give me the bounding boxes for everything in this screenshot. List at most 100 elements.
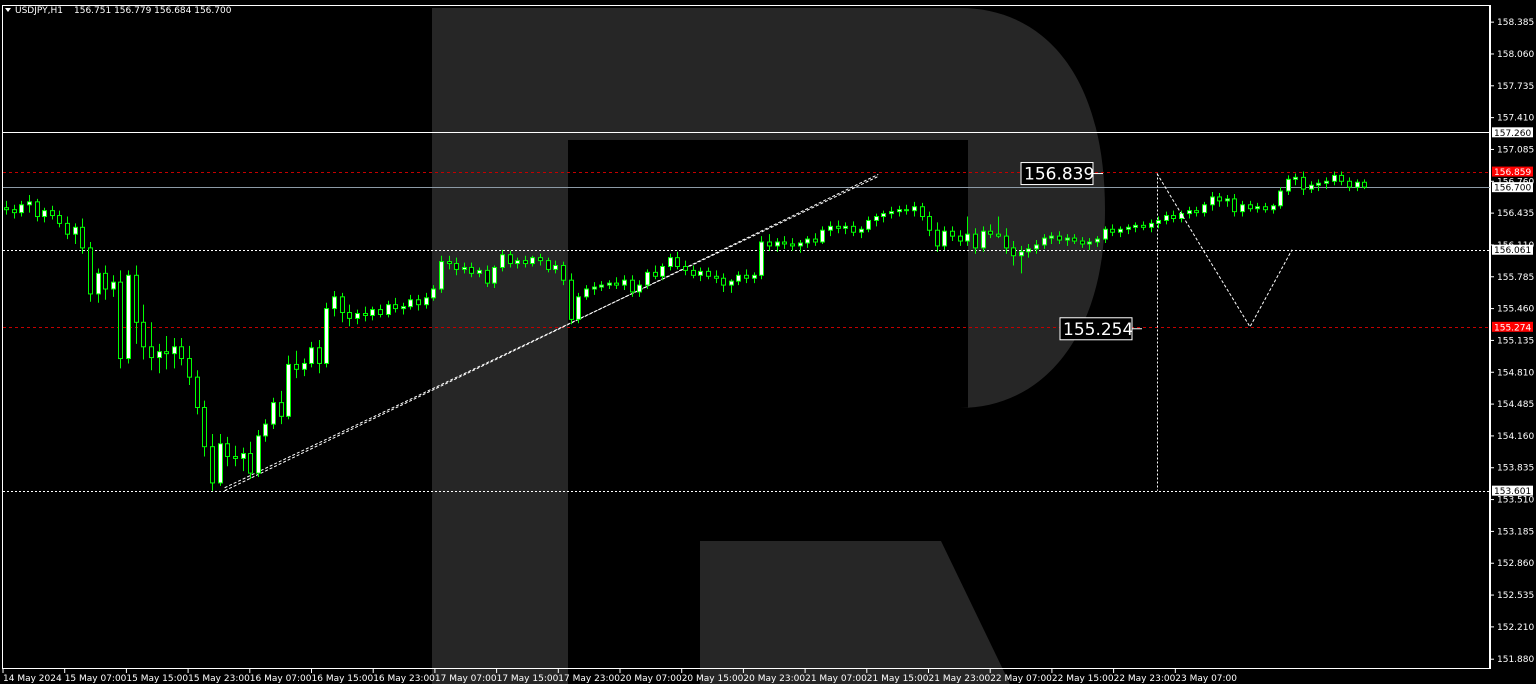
candle-body xyxy=(73,226,78,235)
candle-body xyxy=(767,241,772,247)
candle-body xyxy=(1316,182,1321,186)
candle-body xyxy=(1271,205,1276,211)
candle-body xyxy=(80,226,85,249)
watermark-logo xyxy=(432,8,1105,684)
chart-header: USDJPY,H1 156.751 156.779 156.684 156.70… xyxy=(5,6,232,16)
candle-body xyxy=(828,225,833,231)
candle-body xyxy=(1110,228,1115,233)
price-label-text: 156.859 xyxy=(1494,168,1531,178)
candle-body xyxy=(782,241,787,245)
candle-body xyxy=(1042,237,1047,246)
candle-body xyxy=(958,235,963,242)
y-tick-label: 152.535 xyxy=(1497,591,1534,601)
candle-body xyxy=(500,254,505,268)
candle-body xyxy=(1034,244,1039,250)
candle-body xyxy=(294,363,299,370)
candle-body xyxy=(340,296,345,314)
price-label-text: 156.700 xyxy=(1494,184,1531,194)
candle-body xyxy=(324,308,329,364)
candle-body xyxy=(447,261,452,265)
candle-body xyxy=(1301,176,1306,190)
candle-body xyxy=(622,279,627,286)
candle-body xyxy=(691,269,696,276)
candle-body xyxy=(149,346,154,359)
candle-body xyxy=(653,271,658,277)
candle-body xyxy=(508,254,513,265)
candle-body xyxy=(111,281,116,290)
y-tick-label: 158.385 xyxy=(1497,18,1534,28)
candle-body xyxy=(874,216,879,221)
candle-body xyxy=(1080,240,1085,245)
candle-body xyxy=(859,228,864,233)
candle-body xyxy=(1293,176,1298,180)
candle-body xyxy=(836,225,841,229)
callout-value: 155.254 xyxy=(1063,320,1133,340)
candle-body xyxy=(286,363,291,417)
candle-body xyxy=(317,347,322,364)
candle-body xyxy=(714,275,719,279)
candle-body xyxy=(866,219,871,230)
y-tick-label: 153.835 xyxy=(1497,464,1534,474)
candle-body xyxy=(134,274,139,323)
candle-body xyxy=(248,453,253,474)
candle-body xyxy=(912,206,917,212)
candle-body xyxy=(851,225,856,233)
candle-body xyxy=(981,230,986,249)
x-tick-label: 17 May 15:00 xyxy=(497,674,559,684)
price-levels xyxy=(3,132,1490,492)
candle-body xyxy=(630,279,635,293)
candle-body xyxy=(57,215,62,224)
candle-body xyxy=(523,260,528,265)
candle-body xyxy=(569,279,574,320)
candle-body xyxy=(370,309,375,316)
candle-body xyxy=(752,274,757,279)
candle-body xyxy=(50,210,55,217)
price-chart[interactable]: 158.385 158.060 157.735 157.410 157.085 156.7… xyxy=(0,0,1536,684)
y-tick-label: 157.410 xyxy=(1497,114,1534,124)
candle-body xyxy=(164,351,169,355)
candle-body xyxy=(546,260,551,270)
symbol-label: USDJPY,H1 xyxy=(15,6,63,16)
candle-body xyxy=(675,257,680,267)
candle-body xyxy=(141,321,146,348)
candle-body xyxy=(477,269,482,274)
candle-body xyxy=(35,201,40,218)
price-axis: 158.385 158.060 157.735 157.410 157.085 156.7… xyxy=(1490,18,1534,665)
dropdown-triangle-icon[interactable] xyxy=(5,8,11,12)
candle-body xyxy=(584,288,589,298)
y-tick-label: 152.210 xyxy=(1497,623,1534,633)
candle-body xyxy=(347,312,352,319)
x-tick-label: 22 May 15:00 xyxy=(1052,674,1114,684)
candle-body xyxy=(920,206,925,218)
candle-body xyxy=(279,402,284,417)
candle-body xyxy=(332,296,337,310)
candle-body xyxy=(202,407,207,448)
candle-body xyxy=(1347,180,1352,188)
candle-body xyxy=(530,257,535,265)
y-tick-label: 156.435 xyxy=(1497,209,1534,219)
candle-body xyxy=(1248,204,1253,210)
candle-body xyxy=(126,274,131,360)
x-tick-label: 22 May 07:00 xyxy=(990,674,1052,684)
candle-body xyxy=(935,229,940,247)
candle-body xyxy=(721,277,726,286)
callout-value: 156.839 xyxy=(1024,165,1094,185)
x-tick-label: 23 May 07:00 xyxy=(1175,674,1237,684)
x-tick-label: 16 May 23:00 xyxy=(373,674,435,684)
candle-body xyxy=(179,346,184,360)
candle-body xyxy=(576,296,581,320)
candle-body xyxy=(462,266,467,270)
candle-body xyxy=(1072,237,1077,242)
time-axis: 14 May 2024 15 May 07:00 15 May 15:00 15 Ma… xyxy=(2,669,1237,684)
candle-body xyxy=(1004,235,1009,249)
candle-body xyxy=(454,263,459,270)
y-tick-label: 155.785 xyxy=(1497,273,1534,283)
x-tick-label: 20 May 15:00 xyxy=(682,674,744,684)
candle-body xyxy=(1339,174,1344,182)
candle-body xyxy=(1141,224,1146,228)
candle-body xyxy=(363,312,368,316)
x-tick-label: 21 May 15:00 xyxy=(867,674,929,684)
y-tick-label: 155.460 xyxy=(1497,305,1534,315)
x-tick-label: 21 May 23:00 xyxy=(929,674,991,684)
candle-body xyxy=(416,299,421,306)
